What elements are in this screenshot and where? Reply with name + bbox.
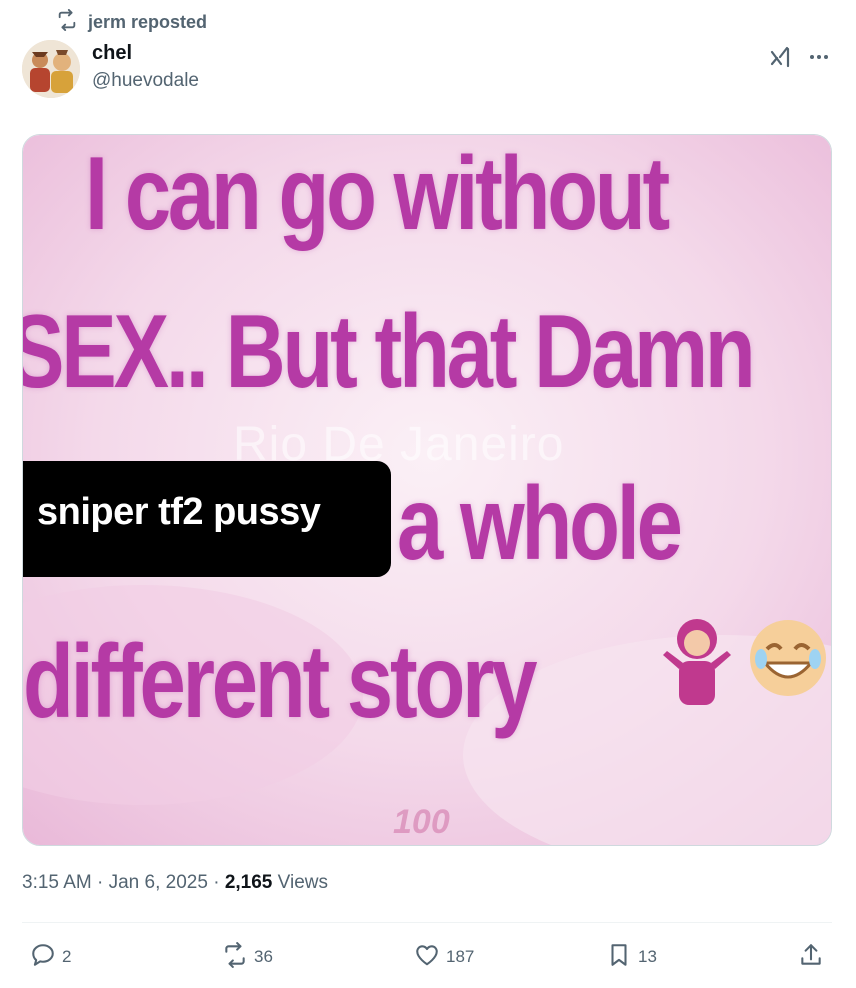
- meme-line-4: different story: [23, 624, 538, 740]
- bookmark-button[interactable]: 13: [606, 942, 657, 972]
- repost-button[interactable]: 36: [222, 941, 273, 973]
- repost-indicator[interactable]: jerm reposted: [56, 8, 208, 36]
- like-button[interactable]: 187: [414, 942, 474, 972]
- repost-label: jerm reposted: [88, 11, 208, 32]
- repost-icon: [56, 8, 78, 36]
- heart-icon: [414, 942, 440, 973]
- laughing-emoji-icon: [745, 615, 831, 706]
- hundred-stamp: 100: [393, 803, 450, 841]
- avatar[interactable]: [22, 40, 80, 98]
- caption-text: sniper tf2 pussy: [37, 491, 321, 533]
- reply-count: 2: [62, 947, 72, 966]
- share-button[interactable]: [798, 942, 824, 972]
- reply-button[interactable]: 2: [30, 942, 71, 972]
- meme-line-2: SEX.. But that Damn: [22, 294, 756, 410]
- share-icon: [798, 942, 824, 973]
- post-date[interactable]: Jan 6, 2025: [109, 872, 208, 893]
- shrug-emoji-icon: [657, 611, 737, 716]
- meme-line-1: I can go without: [85, 136, 670, 252]
- meta-separator: ·: [97, 872, 104, 893]
- bookmark-icon: [606, 942, 632, 973]
- views-count: 2,165: [224, 872, 273, 893]
- grok-icon[interactable]: [766, 42, 796, 72]
- like-count: 187: [446, 947, 475, 966]
- meta-separator: ·: [213, 872, 220, 893]
- bookmark-count: 13: [638, 947, 657, 966]
- post-meta: 3:15 AM · Jan 6, 2025 · 2,165 Views: [22, 872, 328, 894]
- repost-count: 36: [254, 947, 273, 966]
- views-label: Views: [277, 872, 328, 893]
- meme-line-3: a whole: [397, 466, 683, 582]
- repost-icon: [222, 941, 248, 973]
- more-icon[interactable]: [804, 42, 834, 72]
- divider: [22, 922, 832, 923]
- author-handle[interactable]: @huevodale: [92, 70, 199, 92]
- post-time[interactable]: 3:15 AM: [22, 872, 92, 893]
- post-image[interactable]: Rio De Janeiro I can go without SEX.. Bu…: [22, 134, 832, 846]
- author-name[interactable]: chel: [92, 42, 132, 65]
- caption-box: sniper tf2 pussy: [23, 461, 391, 577]
- reply-icon: [30, 942, 56, 973]
